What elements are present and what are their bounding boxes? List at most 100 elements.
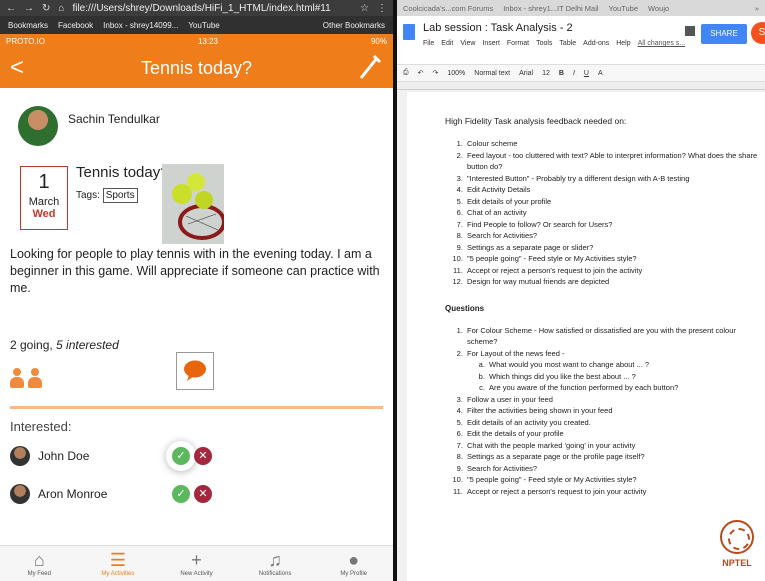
comments-icon[interactable] <box>685 26 695 36</box>
save-status[interactable]: All changes s... <box>638 40 685 47</box>
doc-header: Lab session : Task Analysis - 2 File Edi… <box>397 16 765 64</box>
page-title: Tennis today? <box>140 58 253 78</box>
share-button[interactable]: SHARE <box>701 24 747 44</box>
list-item: Which things did you like the best about… <box>487 371 765 383</box>
list-item: "5 people going" - Feed style or My Acti… <box>465 474 765 486</box>
menu-view[interactable]: View <box>460 40 475 47</box>
other-bookmarks[interactable]: Other Bookmarks <box>323 21 385 30</box>
questions-header: Questions <box>445 303 485 313</box>
list-item: John Doe ✓ ✕ <box>10 440 383 472</box>
menu-format[interactable]: Format <box>507 40 529 47</box>
clock: 13:23 <box>197 36 218 46</box>
menu-icon[interactable]: ⋮ <box>377 3 387 14</box>
nav-my-profile[interactable]: ● My Profile <box>314 546 393 581</box>
carrier: PROTO.IO <box>6 36 45 46</box>
organizer[interactable]: Sachin Tendulkar <box>0 88 393 150</box>
bookmark-item[interactable]: Inbox - shrey14099... <box>103 21 178 30</box>
avatar[interactable] <box>18 106 58 146</box>
list-item: Search for Activities? <box>465 230 765 242</box>
event-description: Looking for people to play tennis with i… <box>10 247 380 295</box>
list-item: Edit the details of your profile <box>465 428 765 440</box>
battery: 90% <box>370 36 387 46</box>
event-weekday: Wed <box>32 208 56 220</box>
bold-button[interactable]: B <box>559 70 564 77</box>
star-icon[interactable]: ☆ <box>360 3 369 14</box>
menu-insert[interactable]: Insert <box>482 40 500 47</box>
bookmark-item[interactable]: Facebook <box>58 21 93 30</box>
list-item: Aron Monroe ✓ ✕ <box>10 478 383 510</box>
menu-help[interactable]: Help <box>616 40 630 47</box>
nav-notifications[interactable]: ♫ Notifications <box>236 546 315 581</box>
attendance-text: 2 going, 5 interested <box>10 338 119 352</box>
nav-my-feed[interactable]: ⌂ My Feed <box>0 546 79 581</box>
bookmark-item[interactable]: YouTube <box>188 21 219 30</box>
nav-new-activity[interactable]: + New Activity <box>157 546 236 581</box>
list-item: Feed layout - too cluttered with text? A… <box>465 150 765 173</box>
more-tabs-icon[interactable]: » <box>755 4 759 13</box>
nav-my-activities[interactable]: ☰ My Activities <box>79 546 158 581</box>
docs-icon[interactable] <box>403 24 415 40</box>
accept-button[interactable]: ✓ <box>172 485 190 503</box>
zoom-select[interactable]: 100% <box>447 70 465 77</box>
tab[interactable]: Woujo <box>648 4 669 13</box>
account-avatar[interactable]: S <box>751 22 765 44</box>
home-nav-icon[interactable]: ⌂ <box>58 3 64 14</box>
back-nav-icon[interactable]: ← <box>6 3 16 14</box>
list-item: Follow a user in your feed <box>465 394 765 406</box>
avatar[interactable] <box>10 446 30 466</box>
person-name[interactable]: John Doe <box>38 449 89 463</box>
bookmark-item[interactable]: Bookmarks <box>8 21 48 30</box>
menu-file[interactable]: File <box>423 40 434 47</box>
tab[interactable]: Inbox - shrey1...IT Delhi Mail <box>503 4 598 13</box>
tennis-illustration <box>162 164 224 244</box>
print-icon[interactable]: ⎙ <box>403 69 409 77</box>
browser-tabs: Coolcicada's...com Forums Inbox - shrey1… <box>397 0 765 16</box>
nav-label: My Activities <box>101 571 135 577</box>
reject-button[interactable]: ✕ <box>194 485 212 503</box>
questions-list: For Colour Scheme - How satisfied or dis… <box>445 325 765 498</box>
reload-icon[interactable]: ↻ <box>42 3 50 14</box>
forward-nav-icon[interactable]: → <box>24 3 34 14</box>
menu-edit[interactable]: Edit <box>441 40 453 47</box>
list-icon: ☰ <box>109 550 126 570</box>
list-item: Accept or reject a person's request to j… <box>465 486 765 498</box>
nav-label: My Feed <box>27 571 51 577</box>
undo-icon[interactable]: ↶ <box>418 69 424 77</box>
doc-page[interactable]: High Fidelity Task analysis feedback nee… <box>407 92 765 581</box>
list-item: Edit details of an activity you created. <box>465 417 765 429</box>
browser-toolbar: ← → ↻ ⌂ file:///Users/shrey/Downloads/Hi… <box>0 0 393 16</box>
style-select[interactable]: Normal text <box>474 70 510 77</box>
nav-label: My Profile <box>340 571 367 577</box>
tab[interactable]: YouTube <box>609 4 638 13</box>
doc-menu: File Edit View Insert Format Tools Table… <box>423 40 685 47</box>
left-browser-window: ← → ↻ ⌂ file:///Users/shrey/Downloads/Hi… <box>0 0 393 581</box>
avatar[interactable] <box>10 484 30 504</box>
address-bar[interactable]: file:///Users/shrey/Downloads/HiFi_1_HTM… <box>72 3 352 14</box>
menu-table[interactable]: Table <box>559 40 576 47</box>
interested-count: 5 interested <box>56 338 119 352</box>
question-text: For Layout of the news feed - <box>467 348 565 358</box>
chat-bubble-icon <box>184 360 206 381</box>
person-name[interactable]: Aron Monroe <box>38 487 107 501</box>
accept-button[interactable]: ✓ <box>172 447 190 465</box>
doc-title[interactable]: Lab session : Task Analysis - 2 <box>423 22 573 34</box>
font-select[interactable]: Arial <box>519 70 533 77</box>
edit-pencil-icon[interactable] <box>357 52 383 82</box>
right-browser-window: Coolcicada's...com Forums Inbox - shrey1… <box>397 0 765 581</box>
feedback-list: Colour scheme Feed layout - too cluttere… <box>445 138 765 288</box>
size-select[interactable]: 12 <box>542 70 550 77</box>
list-item: Edit Activity Details <box>465 184 765 196</box>
chat-button[interactable] <box>176 352 214 390</box>
ruler[interactable] <box>397 82 765 90</box>
underline-button[interactable]: U <box>584 70 589 77</box>
tab[interactable]: Coolcicada's...com Forums <box>403 4 493 13</box>
organizer-name[interactable]: Sachin Tendulkar <box>68 112 160 126</box>
interested-header: Interested: <box>10 419 72 434</box>
reject-button[interactable]: ✕ <box>194 447 212 465</box>
menu-tools[interactable]: Tools <box>536 40 552 47</box>
tag-sports[interactable]: Sports <box>102 188 138 203</box>
text-color-button[interactable]: A <box>598 70 603 77</box>
menu-addons[interactable]: Add-ons <box>583 40 609 47</box>
italic-button[interactable]: I <box>573 70 575 77</box>
redo-icon[interactable]: ↷ <box>432 69 438 77</box>
